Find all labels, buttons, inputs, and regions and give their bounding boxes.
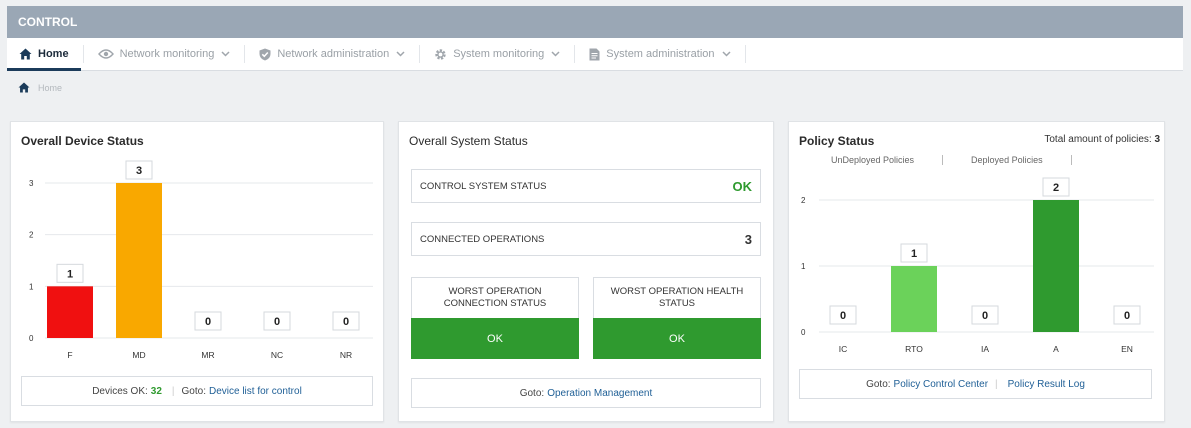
bar (1033, 200, 1079, 332)
y-tick-label: 2 (29, 231, 34, 240)
nav-home-label: Home (38, 48, 69, 60)
data-label: 0 (274, 316, 280, 328)
control-system-status-label: CONTROL SYSTEM STATUS (420, 180, 547, 192)
nav-network-monitoring-label: Network monitoring (119, 48, 215, 60)
data-label: 3 (136, 165, 142, 177)
control-system-status-value: OK (732, 178, 753, 194)
system-status-footer: Goto: Operation Management (411, 378, 761, 408)
nav-system-monitoring[interactable]: System monitoring (422, 38, 572, 70)
y-tick-label: 1 (29, 282, 34, 291)
nav-system-administration[interactable]: System administration (577, 38, 742, 70)
connected-operations-row: CONNECTED OPERATIONS 3 (411, 222, 761, 256)
nav-divider (744, 45, 746, 63)
nav-system-administration-label: System administration (606, 48, 715, 60)
chevron-down-icon (221, 51, 230, 57)
nav-network-administration-label: Network administration (277, 48, 390, 60)
worst-health-status-label: WORST OPERATION HEALTH STATUS (610, 286, 744, 309)
x-tick-label: A (1053, 344, 1059, 354)
connected-operations-label: CONNECTED OPERATIONS (420, 233, 545, 245)
nav-divider (244, 45, 246, 63)
y-tick-label: 0 (29, 334, 34, 343)
data-label: 0 (982, 310, 988, 322)
data-label: 0 (205, 316, 211, 328)
device-status-footer: Devices OK: 32 | Goto: Device list for c… (21, 376, 373, 406)
eye-icon (97, 49, 114, 59)
x-tick-label: MD (132, 350, 145, 360)
document-icon (589, 48, 600, 61)
x-tick-label: IA (981, 344, 989, 354)
policy-status-chart: 0 1 2 0 IC 1 RTO 0 IA 2 A 0 EN (801, 177, 1154, 354)
nav-divider (574, 45, 576, 63)
nav-divider (419, 45, 421, 63)
worst-health-status-value: OK (593, 318, 761, 359)
nav-network-monitoring[interactable]: Network monitoring (86, 38, 243, 70)
device-status-card: Overall Device Status 0 1 2 3 1 F 3 MD 0 MR 0 NC 0 NR… (10, 121, 384, 422)
data-label: 0 (343, 316, 349, 328)
operation-management-link[interactable]: Operation Management (547, 388, 652, 399)
worst-connection-status-label: WORST OPERATION CONNECTION STATUS (443, 286, 547, 309)
breadcrumb: Home (18, 82, 62, 93)
policy-status-footer: Goto: Policy Control Center | Policy Res… (799, 369, 1152, 399)
y-tick-label: 2 (801, 196, 806, 205)
policy-control-center-link[interactable]: Policy Control Center (894, 379, 988, 390)
data-label: 0 (1124, 310, 1130, 322)
worst-connection-status-box: WORST OPERATION CONNECTION STATUS OK (411, 277, 579, 359)
y-tick-label: 3 (29, 179, 34, 188)
x-tick-label: IC (839, 344, 848, 354)
chevron-down-icon (551, 51, 560, 57)
goto-label: Goto: (866, 378, 891, 390)
x-tick-label: NR (340, 350, 352, 360)
goto-label: Goto: (181, 385, 206, 397)
nav-system-monitoring-label: System monitoring (453, 48, 545, 60)
footer-divider: | (171, 385, 175, 397)
data-label: 1 (67, 268, 73, 280)
devices-ok-count: 32 (150, 385, 162, 397)
x-tick-label: RTO (905, 344, 923, 354)
bar (47, 286, 93, 338)
worst-connection-status-value: OK (411, 318, 579, 359)
footer-divider: | (995, 378, 998, 390)
y-tick-label: 0 (801, 328, 806, 337)
goto-label: Goto: (519, 387, 545, 399)
app-title: CONTROL (18, 15, 78, 29)
bar (891, 266, 937, 332)
nav-network-administration[interactable]: Network administration (247, 38, 417, 70)
data-label: 0 (840, 310, 846, 322)
main-nav: Home Network monitoring Network administ… (7, 38, 1183, 71)
x-tick-label: NC (271, 350, 283, 360)
data-label: 1 (911, 248, 917, 260)
y-tick-label: 1 (801, 262, 806, 271)
nav-home[interactable]: Home (7, 38, 81, 71)
x-tick-label: F (67, 350, 72, 360)
chevron-down-icon (396, 51, 405, 57)
devices-ok-label: Devices OK: (92, 385, 148, 397)
gear-icon (434, 48, 447, 61)
app-title-bar: CONTROL (7, 6, 1183, 38)
policy-result-log-link[interactable]: Policy Result Log (1008, 379, 1085, 390)
control-system-status-row: CONTROL SYSTEM STATUS OK (411, 169, 761, 203)
home-icon[interactable] (18, 82, 30, 93)
home-icon (19, 48, 32, 60)
system-status-title: Overall System Status (409, 134, 528, 148)
device-list-link[interactable]: Device list for control (209, 386, 302, 397)
shield-check-icon (259, 48, 271, 61)
worst-health-status-box: WORST OPERATION HEALTH STATUS OK (593, 277, 761, 359)
system-status-card: Overall System Status CONTROL SYSTEM STA… (398, 121, 774, 422)
connected-operations-value: 3 (744, 231, 752, 247)
device-status-chart: 0 1 2 3 1 F 3 MD 0 MR 0 NC 0 NR (29, 160, 373, 360)
nav-divider (82, 45, 84, 63)
x-tick-label: MR (201, 350, 214, 360)
breadcrumb-home[interactable]: Home (38, 83, 62, 93)
bar (116, 183, 162, 338)
chevron-down-icon (721, 51, 731, 57)
data-label: 2 (1053, 182, 1059, 194)
policy-status-card: Policy Status Total amount of policies: … (788, 121, 1165, 422)
x-tick-label: EN (1121, 344, 1133, 354)
